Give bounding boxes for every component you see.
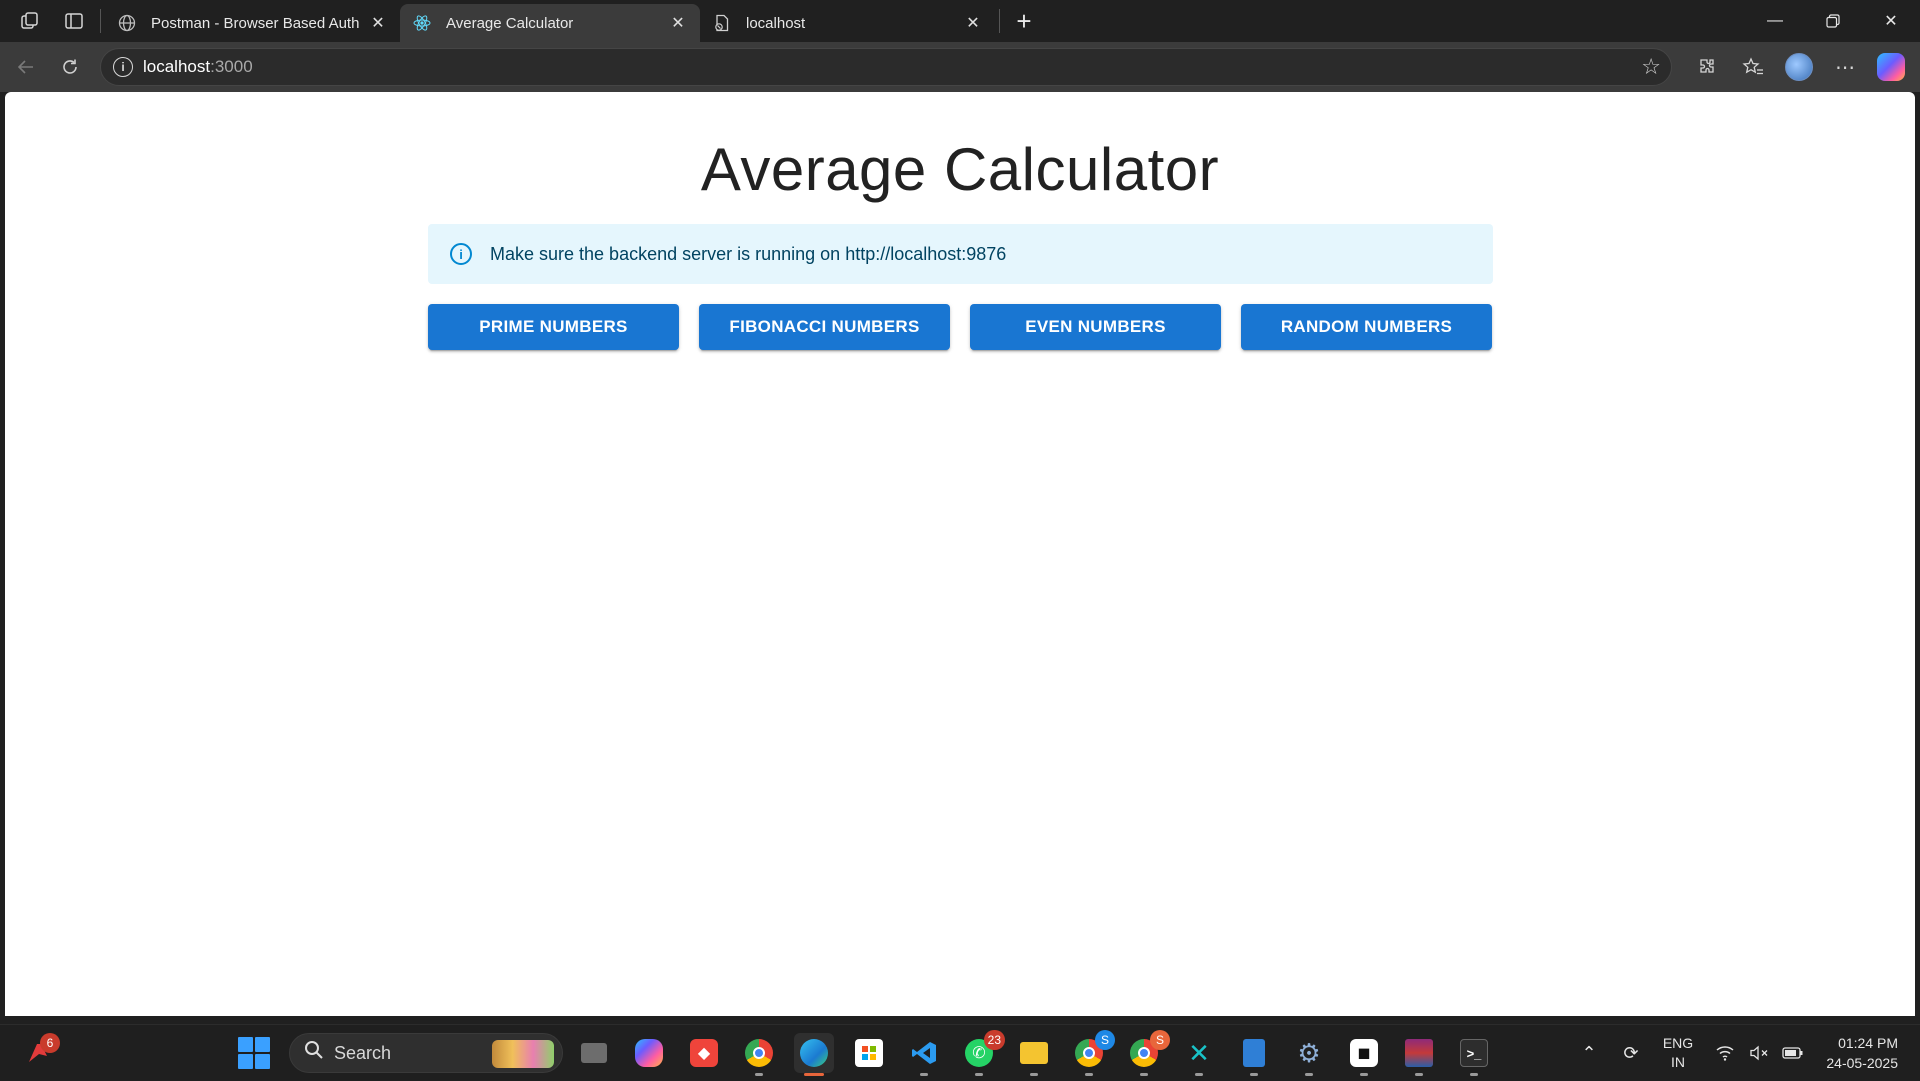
file-explorer-icon[interactable] xyxy=(1014,1033,1054,1076)
back-arrow-icon[interactable] xyxy=(4,47,48,87)
browser-toolbar: i localhost :3000 ☆ ⋯ xyxy=(0,42,1920,92)
language-code: ENG xyxy=(1662,1035,1694,1051)
new-tab-button[interactable]: + xyxy=(1004,0,1044,42)
minimize-icon[interactable]: — xyxy=(1746,0,1804,42)
favorite-star-icon[interactable]: ☆ xyxy=(1641,54,1661,80)
favorites-icon[interactable] xyxy=(1730,47,1776,87)
tab-separator xyxy=(100,9,101,33)
tab-separator xyxy=(999,9,1000,33)
microsoft-store-icon[interactable] xyxy=(849,1033,889,1073)
tab-average-calculator[interactable]: Average Calculator ✕ xyxy=(400,4,700,42)
extensions-icon[interactable] xyxy=(1684,47,1730,87)
search-label: Search xyxy=(334,1042,392,1063)
tab-postman[interactable]: Postman - Browser Based Auth ✕ xyxy=(105,4,400,42)
chrome-icon[interactable] xyxy=(739,1033,779,1076)
taskbar-search[interactable]: Search xyxy=(289,1033,563,1073)
notification-badge: 6 xyxy=(40,1033,60,1053)
tab-title: Postman - Browser Based Auth xyxy=(151,14,360,32)
page-title: Average Calculator xyxy=(700,136,1220,203)
clock-date: 24-05-2025 xyxy=(1826,1055,1898,1071)
terminal-icon[interactable]: >_ xyxy=(1454,1033,1494,1076)
tab-title: localhost xyxy=(746,14,806,32)
close-tab-icon[interactable]: ✕ xyxy=(961,11,985,35)
battery-icon[interactable] xyxy=(1776,1046,1810,1060)
fibonacci-numbers-button[interactable]: FIBONACCI NUMBERS xyxy=(699,304,950,350)
notepad-icon[interactable] xyxy=(1234,1033,1274,1076)
number-type-buttons: PRIME NUMBERS FIBONACCI NUMBERS EVEN NUM… xyxy=(428,304,1494,350)
broken-page-icon xyxy=(712,13,732,33)
copilot-app-icon[interactable] xyxy=(629,1033,669,1073)
settings-gear-icon[interactable]: ⚙ xyxy=(1289,1033,1329,1076)
muted-speaker-icon[interactable] xyxy=(1742,1045,1776,1061)
edge-icon[interactable] xyxy=(794,1033,834,1076)
workspaces-icon[interactable] xyxy=(8,0,52,42)
react-icon xyxy=(412,13,432,33)
whatsapp-badge: 23 xyxy=(983,1030,1005,1050)
browser-tab-strip: Postman - Browser Based Auth ✕ Average C… xyxy=(0,0,1920,42)
language-indicator[interactable]: ENG IN xyxy=(1648,1034,1708,1072)
restore-icon[interactable] xyxy=(1804,0,1862,42)
url-host: localhost xyxy=(143,57,211,76)
window-controls: — ✕ xyxy=(1746,0,1920,42)
chrome-profile-icon[interactable]: S xyxy=(1124,1030,1170,1076)
whatsapp-icon[interactable]: ✆ 23 xyxy=(959,1030,1005,1076)
prime-numbers-button[interactable]: PRIME NUMBERS xyxy=(428,304,679,350)
chrome-profile-icon[interactable]: S xyxy=(1069,1030,1115,1076)
even-numbers-button[interactable]: EVEN NUMBERS xyxy=(970,304,1221,350)
box-app-icon[interactable]: ◼ xyxy=(1344,1033,1384,1076)
close-window-icon[interactable]: ✕ xyxy=(1862,0,1920,42)
copilot-icon[interactable] xyxy=(1868,47,1914,87)
site-info-icon[interactable]: i xyxy=(113,57,133,77)
windows-taskbar: 6 Search ◆ ✆ 23 S S ✕ ⚙ ◼ >_ ⌃ ⟳ ENG IN … xyxy=(0,1024,1920,1080)
region-code: IN xyxy=(1671,1054,1685,1070)
clock-time: 01:24 PM xyxy=(1838,1035,1898,1051)
notification-app-icon[interactable]: 6 xyxy=(20,1033,60,1071)
alert-message: Make sure the backend server is running … xyxy=(490,243,1007,264)
close-tab-icon[interactable]: ✕ xyxy=(666,11,690,35)
search-highlight-image xyxy=(492,1040,554,1068)
chevron-up-icon[interactable]: ⌃ xyxy=(1572,1043,1606,1064)
globe-icon xyxy=(117,13,137,33)
winrar-icon[interactable] xyxy=(1399,1033,1439,1076)
page-viewport: Average Calculator i Make sure the backe… xyxy=(5,92,1915,1016)
info-alert: i Make sure the backend server is runnin… xyxy=(428,224,1493,284)
task-view-icon[interactable] xyxy=(574,1033,614,1073)
cursor-ide-icon[interactable]: ✕ xyxy=(1179,1033,1219,1076)
close-tab-icon[interactable]: ✕ xyxy=(366,11,390,35)
chrome-profile-badge: S xyxy=(1150,1030,1170,1050)
profile-avatar[interactable] xyxy=(1776,47,1822,87)
address-bar[interactable]: i localhost :3000 ☆ xyxy=(100,48,1672,86)
random-numbers-button[interactable]: RANDOM NUMBERS xyxy=(1241,304,1492,350)
windows-start-button[interactable] xyxy=(238,1037,270,1069)
toolbar-right-icons: ⋯ xyxy=(1684,42,1920,92)
system-tray: ⌃ ⟳ ENG IN 01:24 PM 24-05-2025 xyxy=(1572,1025,1920,1081)
clock[interactable]: 01:24 PM 24-05-2025 xyxy=(1810,1033,1920,1073)
vscode-icon[interactable] xyxy=(904,1033,944,1076)
refresh-icon[interactable] xyxy=(48,47,92,87)
info-icon: i xyxy=(450,243,472,265)
wifi-icon[interactable] xyxy=(1708,1045,1742,1061)
more-options-icon[interactable]: ⋯ xyxy=(1822,47,1868,87)
tab-localhost[interactable]: localhost ✕ xyxy=(700,4,995,42)
tab-title: Average Calculator xyxy=(446,14,574,32)
sync-icon[interactable]: ⟳ xyxy=(1614,1043,1648,1064)
chrome-profile-badge: S xyxy=(1095,1030,1115,1050)
anydesk-icon[interactable]: ◆ xyxy=(684,1033,724,1073)
search-icon xyxy=(304,1040,324,1066)
url-port: :3000 xyxy=(210,57,253,76)
vertical-tabs-icon[interactable] xyxy=(52,0,96,42)
